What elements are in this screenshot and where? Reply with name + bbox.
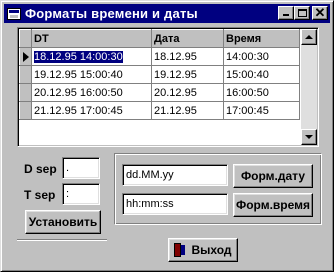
column-header-time[interactable]: Время bbox=[223, 29, 300, 48]
time-format-input[interactable]: hh:mm:ss bbox=[122, 193, 228, 215]
row-indicator[interactable] bbox=[19, 65, 32, 84]
arrow-down-icon bbox=[305, 135, 313, 139]
grid-cell-time[interactable]: 14:00:30 bbox=[223, 47, 300, 66]
app-icon[interactable] bbox=[7, 7, 21, 20]
table-row[interactable]: 21.12.95 17:00:45 21.12.95 17:00:45 bbox=[19, 101, 300, 120]
grid-cell-dt[interactable]: 20.12.95 16:00:50 bbox=[31, 83, 152, 102]
time-separator-label: T sep bbox=[24, 188, 56, 202]
grid-cell-date[interactable]: 21.12.95 bbox=[151, 101, 224, 120]
data-grid[interactable]: DT Дата Время 18.12.95 14:00:30 18.12.95… bbox=[17, 27, 319, 147]
grid-cell-date[interactable]: 20.12.95 bbox=[151, 83, 224, 102]
date-separator-label: D sep bbox=[24, 162, 57, 176]
grid-cell-date[interactable]: 18.12.95 bbox=[151, 47, 224, 66]
grid-cell-time[interactable]: 17:00:45 bbox=[223, 101, 300, 120]
date-separator-input[interactable]: . bbox=[62, 157, 100, 179]
grid-cell-time[interactable]: 15:00:40 bbox=[223, 65, 300, 84]
date-format-input[interactable]: dd.MM.yy bbox=[122, 164, 228, 186]
column-header-dt[interactable]: DT bbox=[31, 29, 152, 48]
column-header-date[interactable]: Дата bbox=[151, 29, 224, 48]
grid-cell-date[interactable]: 19.12.95 bbox=[151, 65, 224, 84]
exit-door-icon bbox=[174, 243, 186, 257]
window-title: Форматы времени и даты bbox=[25, 6, 198, 21]
current-row-pointer-icon bbox=[23, 51, 29, 62]
grid-cell-time[interactable]: 16:00:50 bbox=[223, 83, 300, 102]
table-row[interactable]: 18.12.95 14:00:30 18.12.95 14:00:30 bbox=[19, 47, 300, 66]
grid-header-row: DT Дата Время bbox=[19, 29, 300, 48]
header-indicator-cell bbox=[19, 29, 32, 48]
format-date-button[interactable]: Форм.дату bbox=[233, 164, 313, 188]
format-time-button[interactable]: Форм.время bbox=[233, 193, 313, 217]
close-icon: ✕ bbox=[314, 5, 326, 20]
scroll-down-button[interactable] bbox=[301, 129, 317, 145]
exit-button[interactable]: Выход bbox=[168, 238, 238, 262]
table-row[interactable]: 20.12.95 16:00:50 20.12.95 16:00:50 bbox=[19, 83, 300, 102]
time-separator-input[interactable]: : bbox=[62, 183, 100, 205]
set-separators-button[interactable]: Установить bbox=[25, 210, 101, 234]
divider bbox=[17, 239, 107, 241]
grid-cell-dt[interactable]: 18.12.95 14:00:30 bbox=[34, 50, 123, 63]
vertical-scrollbar[interactable] bbox=[301, 29, 317, 145]
minimize-icon bbox=[283, 14, 289, 16]
row-indicator[interactable] bbox=[19, 47, 32, 66]
title-bar[interactable]: Форматы времени и даты ✕ bbox=[4, 4, 330, 23]
row-indicator[interactable] bbox=[19, 83, 32, 102]
maximize-icon bbox=[298, 9, 307, 17]
grid-table: DT Дата Время 18.12.95 14:00:30 18.12.95… bbox=[19, 29, 300, 120]
scroll-up-button[interactable] bbox=[301, 29, 317, 45]
row-indicator[interactable] bbox=[19, 101, 32, 120]
table-row[interactable]: 19.12.95 15:00:40 19.12.95 15:00:40 bbox=[19, 65, 300, 84]
grid-cell-dt[interactable]: 21.12.95 17:00:45 bbox=[31, 101, 152, 120]
close-button[interactable]: ✕ bbox=[312, 5, 328, 20]
main-window: Форматы времени и даты ✕ DT Дата Время 1… bbox=[0, 0, 334, 272]
maximize-button[interactable] bbox=[294, 6, 310, 20]
grid-cell-dt[interactable]: 19.12.95 15:00:40 bbox=[31, 65, 152, 84]
arrow-up-icon bbox=[305, 35, 313, 39]
minimize-button[interactable] bbox=[278, 6, 294, 20]
exit-button-label: Выход bbox=[191, 243, 232, 257]
